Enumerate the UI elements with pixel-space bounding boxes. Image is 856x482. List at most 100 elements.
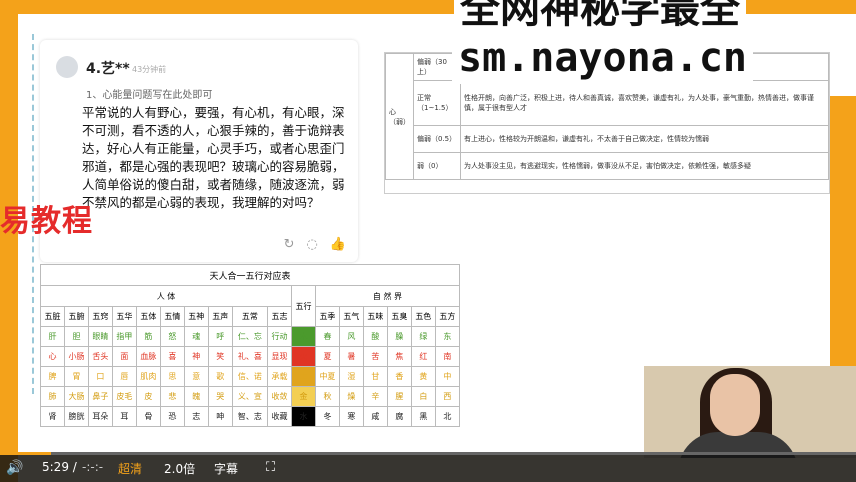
table-cell: 燥: [338, 386, 364, 407]
comment-note: 1、心能量问题写在此处即可: [86, 90, 213, 101]
table-cell: 咸: [362, 406, 388, 427]
like-icon[interactable]: 👍: [330, 237, 346, 252]
table-cell: 中: [434, 366, 461, 387]
quality-button[interactable]: 超清: [118, 460, 142, 477]
table-cell: 小肠: [63, 346, 89, 367]
table-cell: 智、志: [231, 406, 269, 427]
human-header: 五神: [183, 306, 209, 327]
human-header: 五声: [207, 306, 233, 327]
table-cell: 臊: [386, 326, 412, 347]
table-cell: 胆: [63, 326, 89, 347]
table-cell: 湿: [338, 366, 364, 387]
table-cell: 神: [183, 346, 209, 367]
table-cell: 恐: [159, 406, 185, 427]
table-cell: 酸: [362, 326, 388, 347]
duration: -:-:-: [82, 460, 104, 474]
element-cell: 金: [290, 386, 316, 407]
table-cell: 显现: [267, 346, 292, 367]
speed-button[interactable]: 2.0倍: [164, 460, 195, 477]
table-cell: 舌头: [87, 346, 113, 367]
table-cell: 信、诺: [231, 366, 269, 387]
human-header: 五脏: [40, 306, 65, 327]
table-row: 肾膀胱 耳朵耳骨恐志呻智、志 收藏水冬寒咸腐黑北: [40, 406, 461, 427]
progress-bar[interactable]: [0, 452, 856, 455]
table-cell: 指甲: [111, 326, 137, 347]
table-row: 心小肠 舌头面血脉喜神笑礼、喜 显现火夏暑苦焦红南: [40, 346, 461, 367]
comment-icon[interactable]: ◌: [306, 237, 317, 252]
table-cell: 耳: [111, 406, 137, 427]
five-elements-table: 天人合一五行对应表 人 体 五行 自 然 界 五脏 五腑 五窍 五华 五体 五情 五神 五声五…: [40, 264, 461, 427]
table-cell: 南: [434, 346, 461, 367]
share-icon[interactable]: ↻: [284, 237, 295, 252]
table-cell: 腐: [386, 406, 412, 427]
table-cell: 皮毛: [111, 386, 137, 407]
table-cell: 喜: [159, 346, 185, 367]
presenter-camera: [644, 366, 856, 458]
table-cell: 白: [410, 386, 436, 407]
nature-header: 五季: [314, 306, 340, 327]
table-cell: 胃: [63, 366, 89, 387]
doc-value: 有上进心，性格较为开朗温和，谦虚有礼，不太善于自己做决定，性情较为懦弱: [460, 125, 829, 153]
volume-icon[interactable]: 🔊: [6, 460, 23, 476]
table-cell: 夏: [314, 346, 340, 367]
element-cell: 水: [290, 406, 316, 427]
comment-time: 43分钟前: [132, 65, 167, 74]
table-cell: 焦: [386, 346, 412, 367]
nature-header: 五色: [410, 306, 436, 327]
table-cell: 骨: [135, 406, 161, 427]
comment-body: 平常说的人有野心，要强，有心机，有心眼，深不可测，看不透的人，心狠手辣的，善于诡…: [82, 105, 345, 210]
left-watermark: 易教程: [0, 204, 93, 239]
table-cell: 膀胱: [63, 406, 89, 427]
header-row: 五脏 五腑 五窍 五华 五体 五情 五神 五声 五常 五志 五季 五气 五味 五臭 五色 五方: [40, 306, 461, 327]
table-cell: 风: [338, 326, 364, 347]
table-cell: 义、宣: [231, 386, 269, 407]
table-cell: 秋: [314, 386, 340, 407]
doc-row: 偏弱（0.5） 有上进心，性格较为开朗温和，谦虚有礼，不太善于自己做决定，性情较为…: [386, 125, 829, 153]
human-header: 五窍: [87, 306, 113, 327]
nature-header: 五味: [362, 306, 388, 327]
group-human: 人 体: [40, 285, 292, 307]
doc-row: 正常（1~1.5） 性格开朗，向善广泛，积极上进，待人和善真诚，喜欢赞美，谦虚有礼…: [386, 80, 829, 126]
table-cell: 口: [87, 366, 113, 387]
table-cell: 春: [314, 326, 340, 347]
table-row: 肺大肠 鼻子 皮毛皮悲魄哭义、宣 收敛金秋燥辛腥白西: [40, 386, 461, 407]
subtitle-button[interactable]: 字幕: [214, 460, 238, 477]
table-cell: 肌肉: [135, 366, 161, 387]
table-cell: 歌: [207, 366, 233, 387]
table-cell: 黄: [410, 366, 436, 387]
nature-header: 五臭: [386, 306, 412, 327]
comment-username[interactable]: 4.艺**: [86, 58, 130, 78]
table-cell: 北: [434, 406, 461, 427]
table-cell: 苦: [362, 346, 388, 367]
doc-row: 弱（0） 为人处事没主见，有逃避现实，性格懦弱，做事没从不足，害怕做决定，依赖性强…: [386, 152, 829, 180]
table-cell: 礼、喜: [231, 346, 269, 367]
table-cell: 呻: [207, 406, 233, 427]
table-cell: 哭: [207, 386, 233, 407]
table-cell: 唇: [111, 366, 137, 387]
current-time: 5:29 /: [42, 460, 77, 474]
table-cell: 筋: [135, 326, 161, 347]
table-cell: 承载: [267, 366, 292, 387]
table-cell: 志: [183, 406, 209, 427]
table-cell: 绿: [410, 326, 436, 347]
table-cell: 面: [111, 346, 137, 367]
table-cell: 腥: [386, 386, 412, 407]
table-cell: 西: [434, 386, 461, 407]
presenter-face: [710, 374, 760, 436]
fullscreen-icon[interactable]: ⛶: [266, 460, 275, 475]
human-header: 五华: [111, 306, 137, 327]
left-frame: [0, 0, 18, 482]
table-cell: 行动: [267, 326, 292, 347]
table-cell: 收藏: [267, 406, 292, 427]
table-cell: 血脉: [135, 346, 161, 367]
doc-value: 性格开朗，向善广泛，积极上进，待人和善真诚，喜欢赞美，谦虚有礼，为人处事，豪气重…: [460, 80, 829, 126]
nature-header: 五气: [338, 306, 364, 327]
table-cell: 收敛: [267, 386, 292, 407]
human-header: 五志: [267, 306, 292, 327]
table-row: 肝胆眼睛 指甲筋怒魂呼仁、忘 行动木春风酸臊绿东: [40, 326, 461, 347]
human-header: 五常: [231, 306, 269, 327]
table-cell: 辛: [362, 386, 388, 407]
table-cell: 肺: [40, 386, 65, 407]
table-cell: 寒: [338, 406, 364, 427]
avatar[interactable]: [56, 56, 78, 78]
